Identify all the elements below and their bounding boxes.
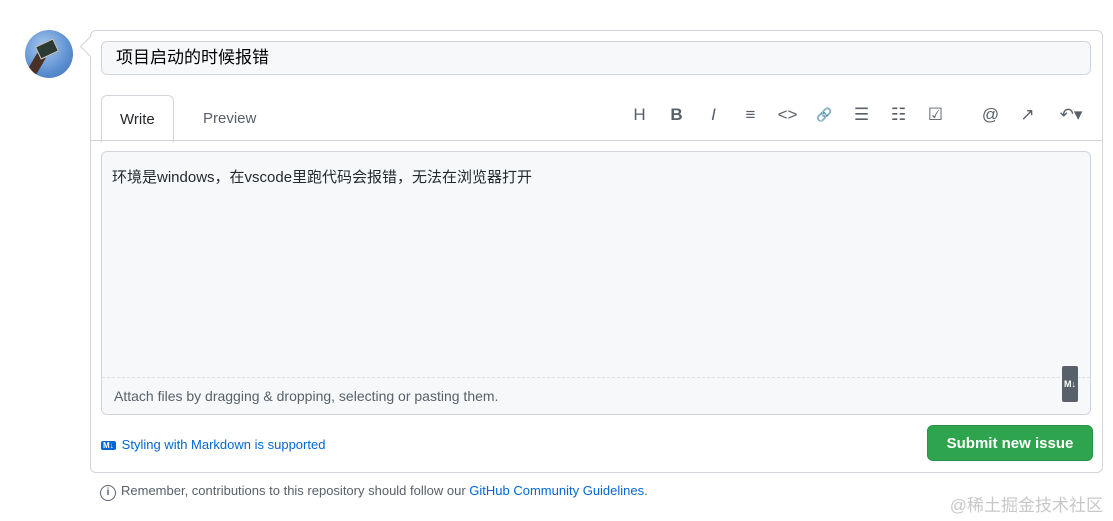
avatar[interactable] [25, 30, 73, 78]
guidelines-note: i Remember, contributions to this reposit… [100, 483, 648, 501]
watermark: @稀土掘金技术社区 [949, 496, 1103, 515]
bold-icon[interactable]: B [658, 103, 695, 127]
link-icon[interactable]: 🔗 [806, 103, 843, 127]
info-icon: i [100, 485, 116, 501]
markdown-link-text[interactable]: Styling with Markdown is supported [122, 437, 326, 452]
markdown-icon: M↓ [1062, 366, 1078, 402]
mention-icon[interactable]: @ [972, 103, 1009, 127]
submit-new-issue-button[interactable]: Submit new issue [927, 425, 1093, 461]
code-icon[interactable]: <> [769, 103, 806, 127]
markdown-toolbar: H B I ≡ <> 🔗 ☰ ☷ ☑ @ ↗ ↶▾ [621, 103, 1096, 127]
attach-files-text: Attach files by dragging & dropping, sel… [114, 388, 499, 404]
italic-icon[interactable]: I [695, 103, 732, 127]
attach-files-area[interactable]: Attach files by dragging & dropping, sel… [102, 366, 1090, 414]
markdown-icon: M↓ [101, 441, 116, 450]
numbered-list-icon[interactable]: ☷ [880, 103, 917, 127]
note-suffix: . [644, 483, 648, 498]
saved-reply-icon[interactable]: ↶▾ [1046, 103, 1096, 127]
quote-icon[interactable]: ≡ [732, 103, 769, 127]
heading-icon[interactable]: H [621, 103, 658, 127]
new-issue-form: Write Preview H B I ≡ <> 🔗 ☰ ☷ ☑ @ ↗ ↶▾ … [90, 30, 1103, 473]
markdown-help-link[interactable]: M↓ Styling with Markdown is supported [101, 437, 325, 452]
tab-write[interactable]: Write [101, 95, 174, 143]
task-list-icon[interactable]: ☑ [917, 103, 954, 127]
cross-reference-icon[interactable]: ↗ [1009, 103, 1046, 127]
community-guidelines-link[interactable]: GitHub Community Guidelines [469, 483, 644, 498]
tab-divider [91, 140, 1102, 141]
issue-body-text[interactable]: 环境是windows，在vscode里跑代码会报错，无法在浏览器打开 [102, 152, 1090, 201]
issue-body-textarea[interactable]: 环境是windows，在vscode里跑代码会报错，无法在浏览器打开 Attac… [101, 151, 1091, 415]
note-text: Remember, contributions to this reposito… [121, 483, 470, 498]
tab-preview[interactable]: Preview [185, 95, 274, 141]
bulleted-list-icon[interactable]: ☰ [843, 103, 880, 127]
issue-title-input[interactable] [101, 41, 1091, 75]
